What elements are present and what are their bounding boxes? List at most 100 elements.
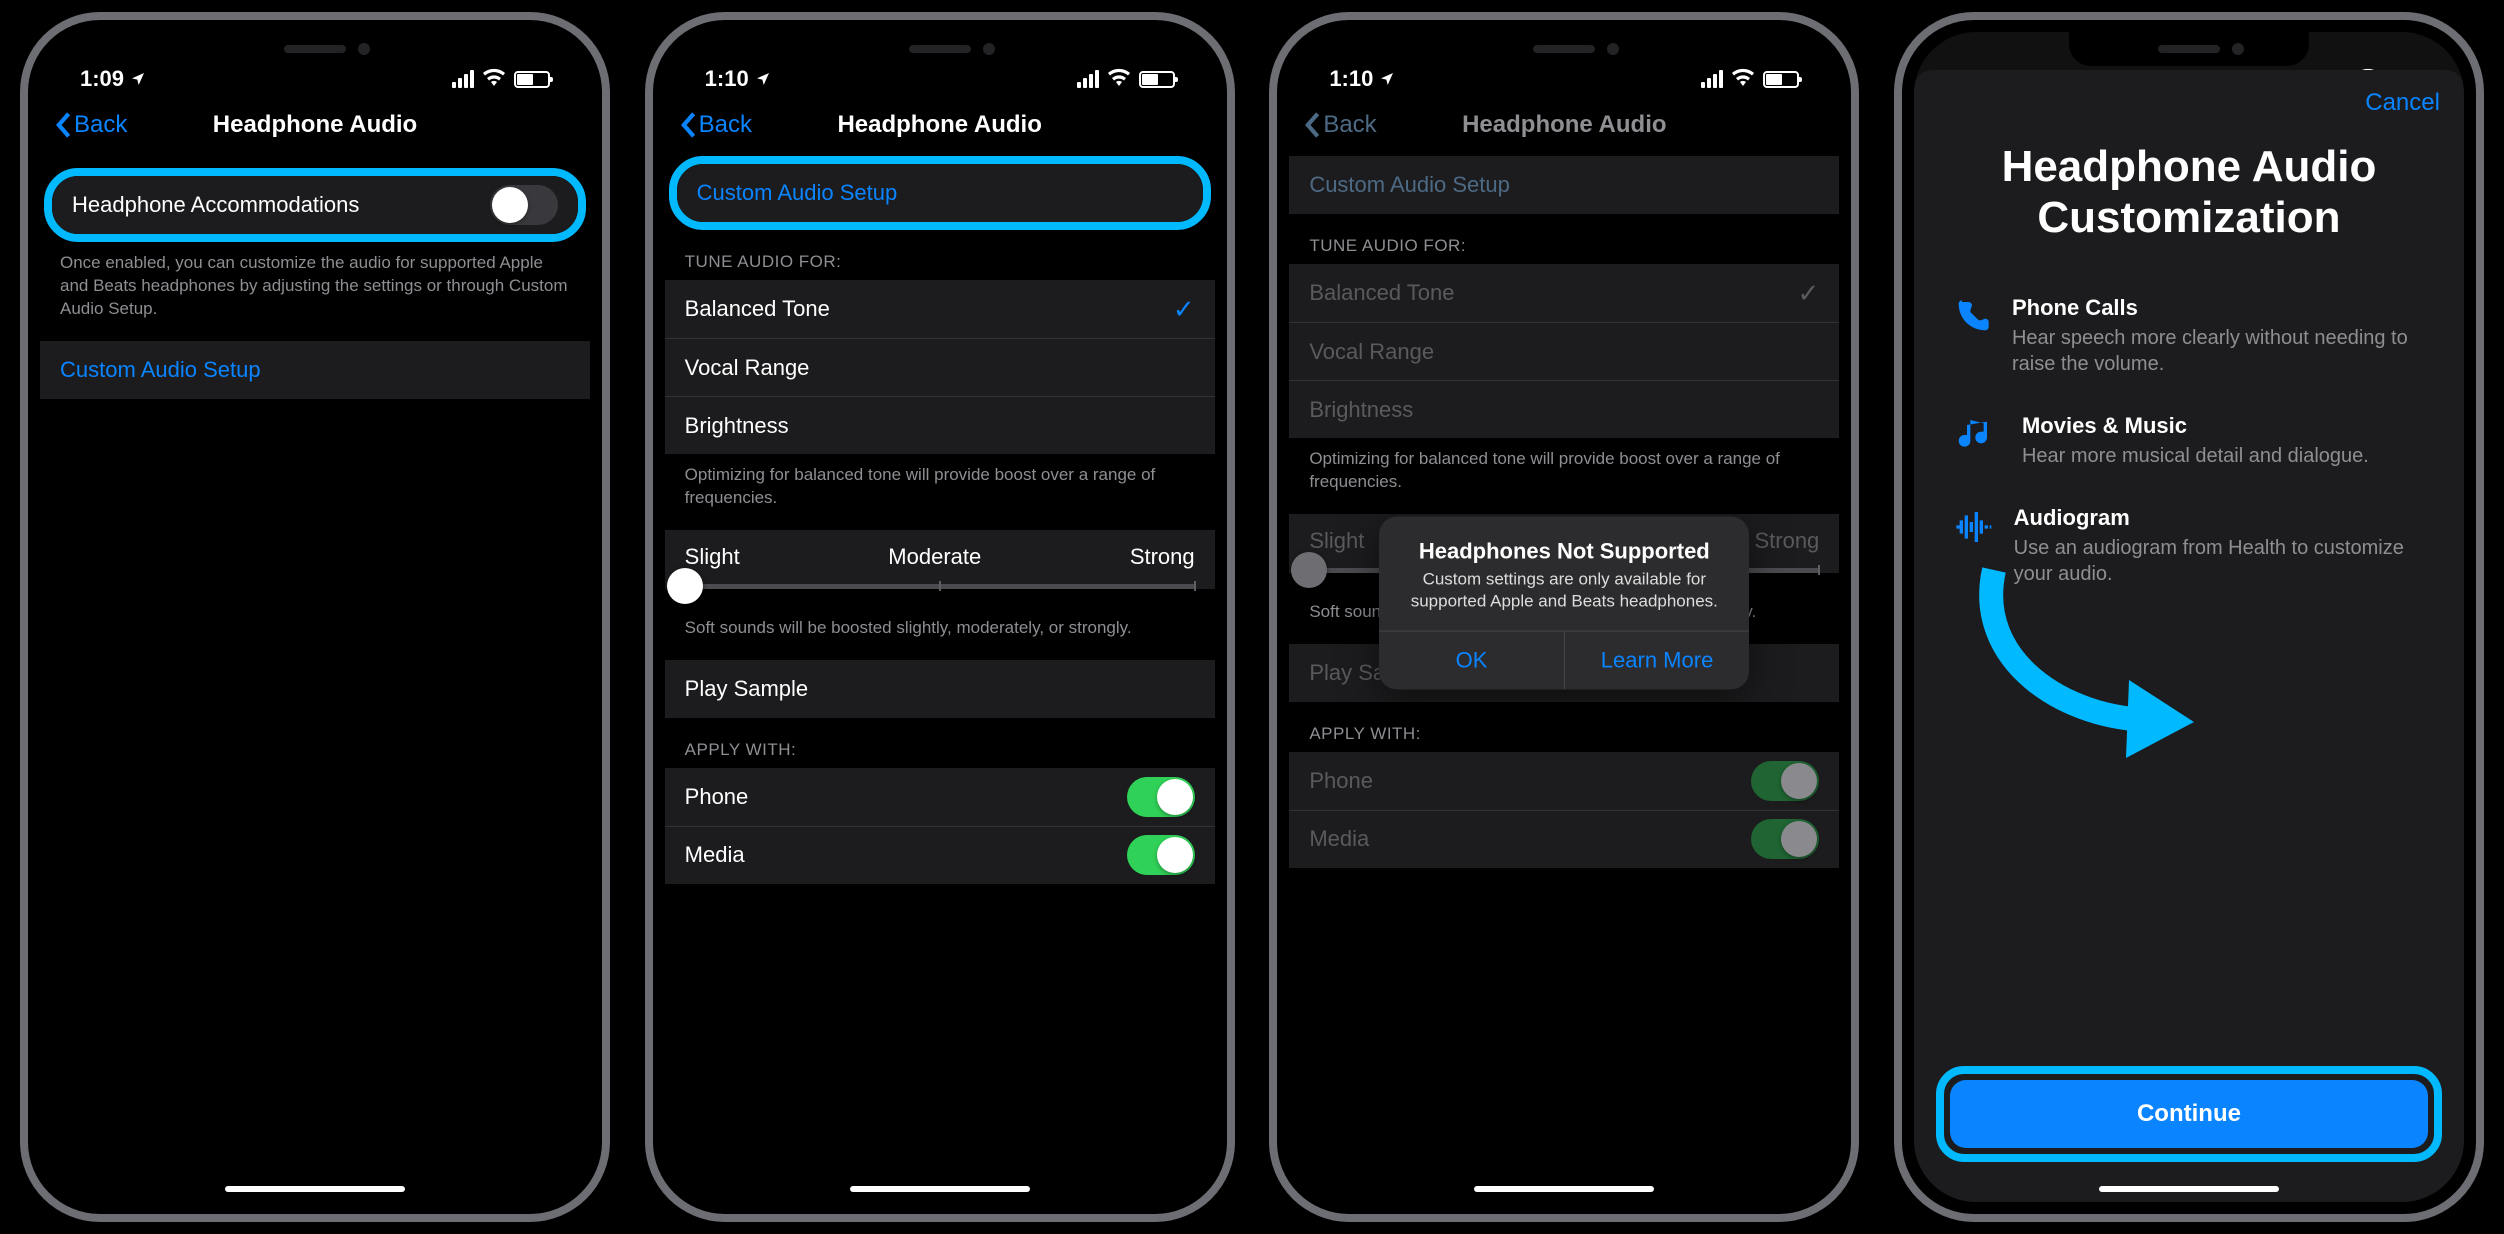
back-label: Back [1323, 111, 1376, 139]
battery-icon [514, 71, 550, 88]
row-label: Media [1309, 826, 1369, 852]
home-indicator[interactable] [2099, 1186, 2279, 1192]
time: 1:10 [1329, 66, 1373, 92]
slider-label-strong: Strong [1130, 544, 1195, 570]
alert-ok-button[interactable]: OK [1379, 632, 1564, 690]
continue-button[interactable]: Continue [1950, 1080, 2428, 1148]
tune-balanced-row[interactable]: Balanced Tone ✓ [665, 280, 1215, 338]
apply-phone-row[interactable]: Phone [1289, 752, 1839, 810]
wifi-icon [1731, 66, 1755, 92]
custom-audio-setup-row[interactable]: Custom Audio Setup [40, 341, 590, 399]
cancel-button[interactable]: Cancel [2365, 89, 2440, 117]
alert-title: Headphones Not Supported [1399, 539, 1729, 565]
highlight-ring: Headphone Accommodations [44, 168, 586, 242]
alert-learn-more-button[interactable]: Learn More [1564, 632, 1750, 690]
slider-label-slight: Slight [685, 544, 740, 570]
custom-audio-setup-row[interactable]: Custom Audio Setup [1289, 156, 1839, 214]
feature-title: Audiogram [2014, 505, 2426, 531]
headphone-accommodations-row[interactable]: Headphone Accommodations [52, 176, 578, 234]
phone-toggle[interactable] [1751, 761, 1819, 801]
home-indicator[interactable] [225, 1186, 405, 1192]
location-icon [130, 71, 146, 87]
footer-text: Soft sounds will be boosted slightly, mo… [665, 607, 1215, 660]
row-label: Balanced Tone [685, 296, 830, 322]
feature-title: Movies & Music [2022, 413, 2369, 439]
custom-audio-setup-row[interactable]: Custom Audio Setup [677, 164, 1203, 222]
footer-text: Optimizing for balanced tone will provid… [665, 454, 1215, 530]
row-label: Vocal Range [1309, 339, 1434, 365]
footer-text: Optimizing for balanced tone will provid… [1289, 438, 1839, 514]
row-label: Brightness [685, 413, 789, 439]
home-indicator[interactable] [850, 1186, 1030, 1192]
row-label: Phone [685, 784, 749, 810]
tune-balanced-row[interactable]: Balanced Tone✓ [1289, 264, 1839, 322]
back-button[interactable]: Back [679, 111, 752, 139]
home-indicator[interactable] [1474, 1186, 1654, 1192]
nav-title: Headphone Audio [213, 111, 417, 139]
battery-icon [1139, 71, 1175, 88]
footer-text: Once enabled, you can customize the audi… [40, 242, 590, 341]
feature-movies-music: Movies & Music Hear more musical detail a… [1914, 401, 2464, 493]
row-label: Balanced Tone [1309, 280, 1454, 306]
slider-label-moderate: Moderate [888, 544, 981, 570]
slider-thumb[interactable] [1291, 552, 1327, 588]
row-label: Headphone Accommodations [72, 192, 359, 218]
location-icon [1379, 71, 1395, 87]
apply-phone-row[interactable]: Phone [665, 768, 1215, 826]
notch [195, 32, 435, 66]
back-label: Back [74, 111, 127, 139]
phone-3: 1:10 Back Headphone Audio Custom Audio S… [1269, 12, 1859, 1222]
section-header: TUNE AUDIO FOR: [1289, 214, 1839, 264]
nav-title: Headphone Audio [1462, 111, 1666, 139]
time: 1:10 [705, 66, 749, 92]
nav-bar: Back Headphone Audio [665, 94, 1215, 156]
media-toggle[interactable] [1127, 835, 1195, 875]
boost-slider-row: Slight Moderate Strong [665, 530, 1215, 589]
apply-media-row[interactable]: Media [1289, 810, 1839, 868]
back-button[interactable]: Back [1303, 111, 1376, 139]
location-icon [755, 71, 771, 87]
accommodations-toggle[interactable] [490, 185, 558, 225]
feature-desc: Hear more musical detail and dialogue. [2022, 443, 2369, 469]
media-toggle[interactable] [1751, 819, 1819, 859]
phone-toggle[interactable] [1127, 777, 1195, 817]
slider-label-slight: Slight [1309, 528, 1364, 554]
apply-media-row[interactable]: Media [665, 826, 1215, 884]
checkmark-icon: ✓ [1173, 294, 1195, 325]
section-header: TUNE AUDIO FOR: [665, 230, 1215, 280]
back-label: Back [699, 111, 752, 139]
phone-2: 1:10 Back Headphone Audio Custom Audio S… [645, 12, 1235, 1222]
phone-icon [1952, 295, 1992, 377]
signal-icon [452, 70, 474, 88]
play-sample-row[interactable]: Play Sample [665, 660, 1215, 718]
row-label: Vocal Range [685, 355, 810, 381]
feature-phone-calls: Phone CallsHear speech more clearly with… [1914, 283, 2464, 401]
tune-vocal-row[interactable]: Vocal Range [665, 338, 1215, 396]
section-header: APPLY WITH: [665, 718, 1215, 768]
notch [1444, 32, 1684, 66]
section-header: APPLY WITH: [1289, 702, 1839, 752]
row-label: Custom Audio Setup [1309, 172, 1510, 198]
slider-label-strong: Strong [1754, 528, 1819, 554]
music-icon [1952, 413, 2002, 469]
row-label: Media [685, 842, 745, 868]
boost-slider[interactable] [685, 584, 1195, 589]
feature-title: Phone Calls [2012, 295, 2426, 321]
row-label: Brightness [1309, 397, 1413, 423]
tune-brightness-row[interactable]: Brightness [665, 396, 1215, 454]
highlight-ring: Continue [1936, 1066, 2442, 1162]
alert-message: Custom settings are only available for s… [1399, 569, 1729, 613]
tune-brightness-row[interactable]: Brightness [1289, 380, 1839, 438]
row-label: Play Sample [685, 676, 809, 702]
modal-sheet: Cancel Headphone Audio Customization Pho… [1914, 70, 2464, 1202]
highlight-ring: Custom Audio Setup [669, 156, 1211, 230]
back-button[interactable]: Back [54, 111, 127, 139]
tune-vocal-row[interactable]: Vocal Range [1289, 322, 1839, 380]
nav-title: Headphone Audio [837, 111, 1041, 139]
wifi-icon [1107, 66, 1131, 92]
alert-dialog: Headphones Not Supported Custom settings… [1379, 517, 1749, 690]
slider-thumb[interactable] [667, 568, 703, 604]
nav-bar: Back Headphone Audio [40, 94, 590, 156]
row-label: Phone [1309, 768, 1373, 794]
phone-4: 1:11 Cancel Headphone Audio Customizatio… [1894, 12, 2484, 1222]
